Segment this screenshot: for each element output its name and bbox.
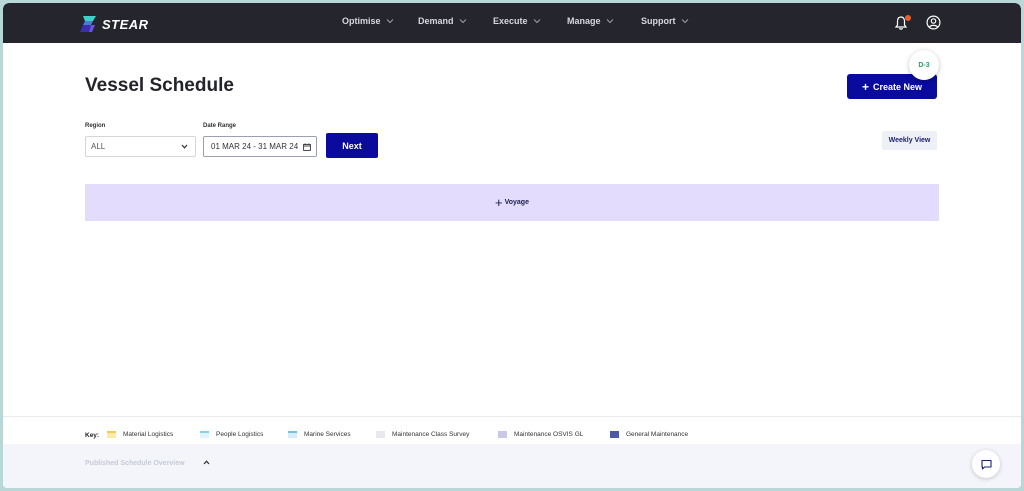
chevron-down-icon	[606, 19, 613, 24]
status-badge[interactable]: D-3	[909, 50, 939, 80]
top-navigation-bar: STEAR Optimise Demand Execute Manage Sup…	[3, 3, 1021, 43]
logo-text: STEAR	[102, 16, 149, 32]
chevron-up-icon[interactable]	[203, 459, 210, 466]
key-item-label: Material Logistics	[123, 431, 174, 438]
key-item-maintenance-class-survey: Maintenance Class Survey	[376, 431, 469, 438]
chevron-down-icon	[386, 19, 393, 24]
key-item-label: Maintenance Class Survey	[392, 431, 470, 438]
nav-manage[interactable]: Manage	[567, 16, 614, 26]
key-item-maintenance-osvis-gl: Maintenance OSVIS GL	[498, 431, 583, 438]
swatch-material-logistics	[107, 431, 116, 438]
plus-icon: +	[861, 79, 869, 94]
plus-icon: +	[495, 195, 503, 210]
add-voyage-label: Voyage	[504, 199, 529, 206]
swatch-general-maintenance	[610, 431, 619, 438]
key-item-label: People Logistics	[216, 431, 264, 438]
add-voyage-button[interactable]: + Voyage	[85, 184, 939, 221]
app-window: STEAR Optimise Demand Execute Manage Sup…	[3, 3, 1021, 488]
app-logo[interactable]: STEAR	[79, 13, 149, 35]
date-range-value: 01 MAR 24 - 31 MAR 24	[211, 142, 299, 151]
key-item-label: Marine Services	[304, 431, 351, 438]
nav-optimise[interactable]: Optimise	[342, 16, 394, 26]
published-schedule-panel: Published Schedule Overview	[3, 444, 1021, 488]
nav-execute[interactable]: Execute	[493, 16, 541, 26]
nav-demand-label: Demand	[418, 16, 454, 26]
chevron-down-icon	[181, 144, 188, 149]
notification-dot	[905, 15, 911, 21]
nav-support[interactable]: Support	[641, 16, 689, 26]
chat-icon	[980, 459, 992, 470]
key-label: Key:	[85, 432, 100, 439]
nav-manage-label: Manage	[567, 16, 601, 26]
key-item-label: General Maintenance	[626, 431, 689, 438]
key-item-people-logistics: People Logistics	[200, 431, 263, 438]
chevron-down-icon	[459, 19, 466, 24]
nav-support-label: Support	[641, 16, 676, 26]
region-select-value: ALL	[91, 142, 106, 151]
chevron-down-icon	[533, 19, 540, 24]
calendar-icon[interactable]	[303, 143, 311, 151]
next-button[interactable]: Next	[326, 133, 378, 158]
weekly-view-button[interactable]: Weekly View	[882, 131, 937, 150]
swatch-people-logistics	[200, 431, 209, 438]
nav-demand[interactable]: Demand	[418, 16, 467, 26]
stear-logo-icon	[80, 16, 96, 32]
create-new-label: Create New	[872, 81, 923, 92]
nav-optimise-label: Optimise	[342, 16, 381, 26]
date-range-input[interactable]: 01 MAR 24 - 31 MAR 24	[203, 136, 317, 157]
chat-button[interactable]	[972, 450, 1000, 478]
key-item-marine-services: Marine Services	[288, 431, 351, 438]
key-item-label: Maintenance OSVIS GL	[514, 431, 584, 438]
region-label: Region	[85, 123, 106, 129]
swatch-maintenance-osvis-gl	[498, 431, 507, 438]
nav-execute-label: Execute	[493, 16, 528, 26]
key-item-material-logistics: Material Logistics	[107, 431, 173, 438]
region-select[interactable]: ALL	[85, 136, 196, 157]
user-circle-icon[interactable]	[926, 15, 941, 30]
key-item-general-maintenance: General Maintenance	[610, 431, 688, 438]
page-title: Vessel Schedule	[85, 75, 234, 96]
date-range-label: Date Range	[203, 123, 237, 129]
published-schedule-title: Published Schedule Overview	[85, 460, 185, 467]
chevron-down-icon	[681, 19, 688, 24]
swatch-maintenance-class-survey	[376, 431, 385, 438]
legend-key: Key: Material Logistics People Logistics…	[3, 416, 1021, 444]
swatch-marine-services	[288, 431, 297, 438]
